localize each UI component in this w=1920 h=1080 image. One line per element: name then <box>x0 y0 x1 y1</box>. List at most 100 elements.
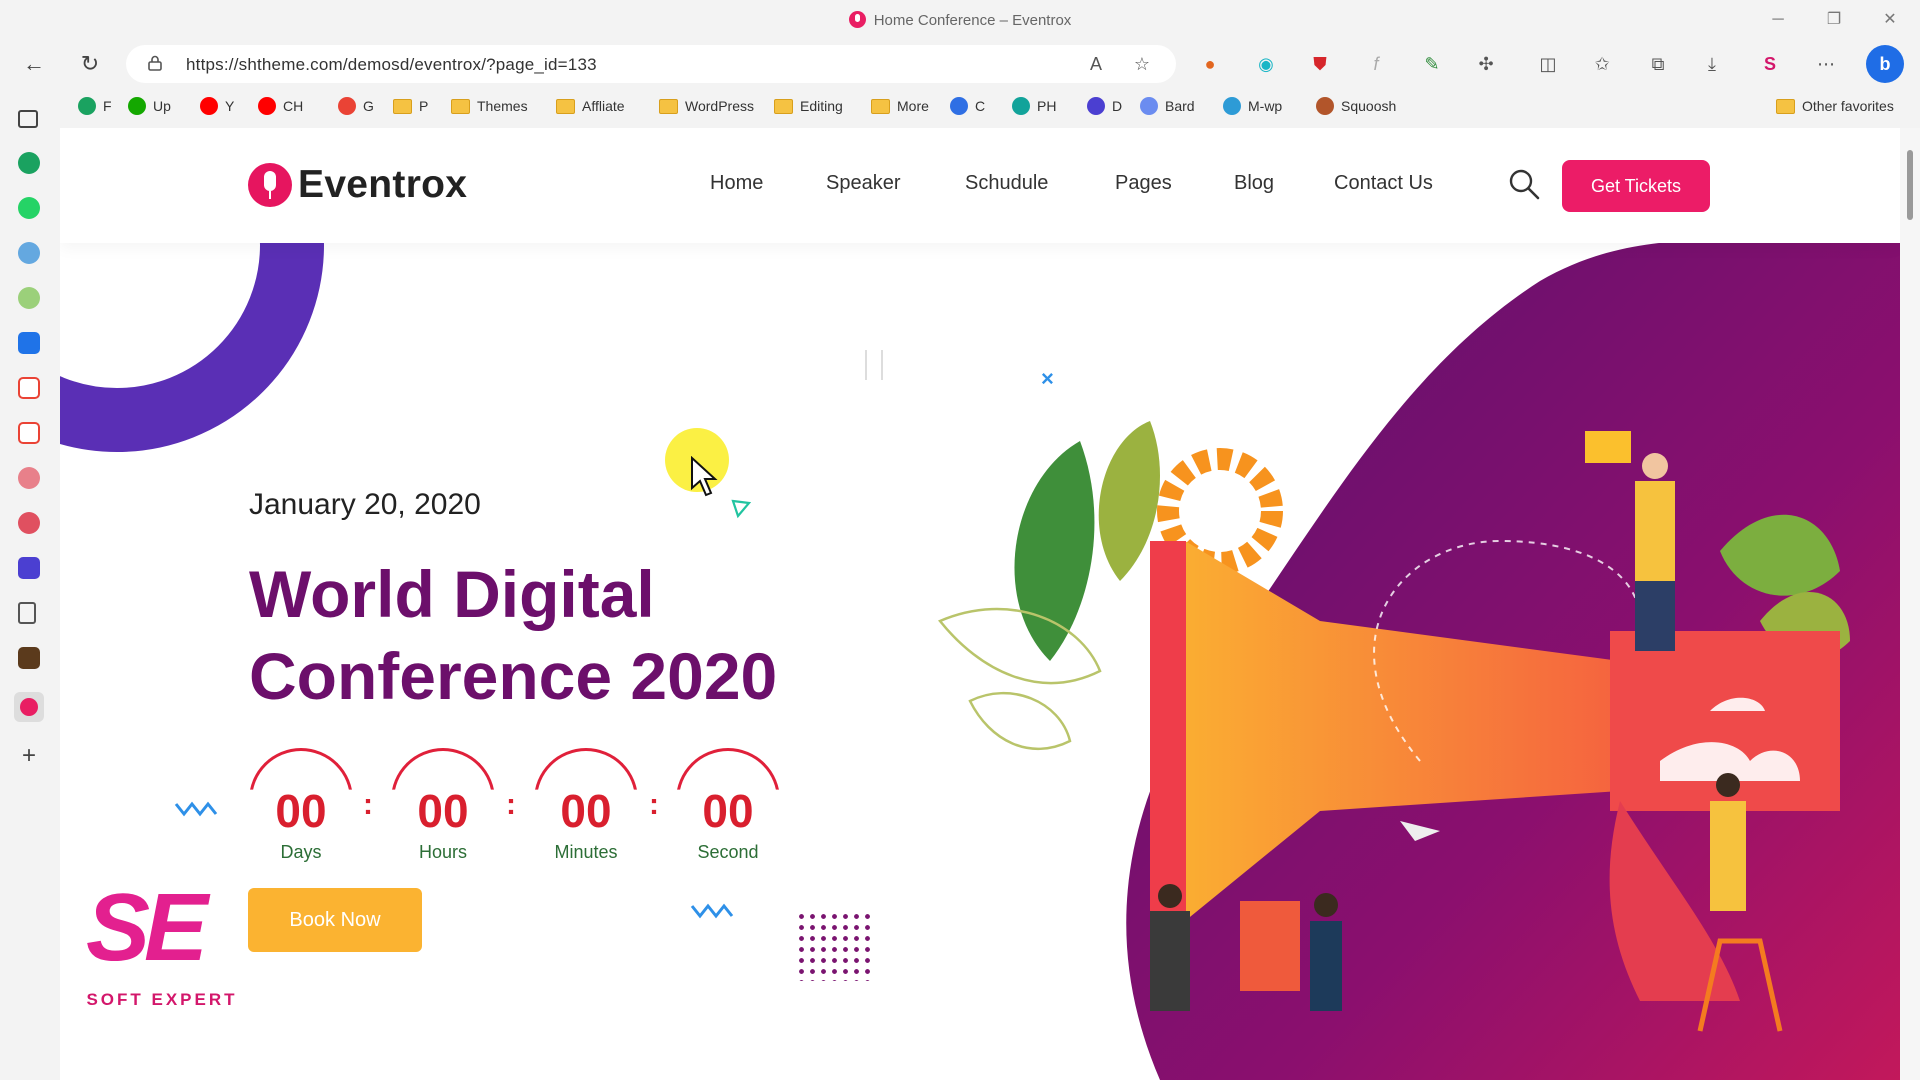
bookmark-item[interactable]: Themes <box>451 94 528 118</box>
extension-dropper-icon[interactable]: ✎ <box>1418 50 1446 78</box>
bookmark-item[interactable]: Affliate <box>556 94 625 118</box>
browser-toolbar: ← ↻ https://shtheme.com/demosd/eventrox/… <box>0 40 1920 88</box>
minimize-button[interactable]: ─ <box>1758 6 1798 34</box>
countdown-days-value: 00 <box>275 785 327 837</box>
extensions-puzzle-icon[interactable]: ✣ <box>1472 50 1500 78</box>
bookmarks-bar: F Up Y CH G P Themes Affliate WordPress Editing Mo… <box>0 88 1920 124</box>
bookmark-item[interactable]: More <box>871 94 929 118</box>
bookmark-favicon-icon <box>1316 97 1334 115</box>
sidebar-app-4-icon[interactable] <box>18 287 40 309</box>
leaf-outline-2 <box>968 691 1072 751</box>
favorites-icon[interactable]: ✩ <box>1588 50 1616 78</box>
bookmark-favicon-icon <box>78 97 96 115</box>
bookmark-item[interactable]: Editing <box>774 94 843 118</box>
refresh-button[interactable]: ↻ <box>74 48 106 80</box>
split-screen-icon[interactable]: ◫ <box>1534 50 1562 78</box>
countdown-separator: : <box>649 788 659 821</box>
bookmark-item[interactable]: WordPress <box>659 94 754 118</box>
sidebar-app-1-icon[interactable] <box>18 152 40 174</box>
site-logo[interactable]: Eventrox <box>248 160 467 210</box>
person-mid-body <box>1310 921 1342 1011</box>
countdown-separator: : <box>363 788 373 821</box>
profile-avatar-icon[interactable]: S <box>1756 50 1784 78</box>
presentation-board <box>1240 901 1300 991</box>
gmail-icon[interactable] <box>18 377 40 399</box>
sidebar-app-3-icon[interactable] <box>18 242 40 264</box>
book-now-button[interactable]: Book Now <box>248 888 422 952</box>
extension-wp-icon[interactable]: ● <box>1196 50 1224 78</box>
downloads-icon[interactable]: ⤓ <box>1698 50 1726 78</box>
countdown-seconds-label: Second <box>697 842 759 862</box>
bookmark-item[interactable]: M-wp <box>1223 94 1282 118</box>
bookmark-item[interactable]: CH <box>258 94 303 118</box>
bookmark-label: P <box>419 98 429 114</box>
bookmark-item[interactable]: P <box>393 94 428 118</box>
nav-home[interactable]: Home <box>710 172 763 195</box>
sidebar-app-8-icon[interactable] <box>18 467 40 489</box>
whatsapp-icon[interactable] <box>18 197 40 219</box>
nav-blog[interactable]: Blog <box>1234 172 1274 195</box>
bing-copilot-icon[interactable]: b <box>1866 45 1904 83</box>
bookmark-favicon-icon <box>1087 97 1105 115</box>
close-window-button[interactable]: ✕ <box>1870 6 1910 34</box>
bookmark-item[interactable]: C <box>950 94 985 118</box>
scrollbar-thumb[interactable] <box>1907 150 1913 220</box>
bookmark-item[interactable]: Up <box>128 94 171 118</box>
bookmark-label: CH <box>283 98 304 114</box>
add-sidebar-app-icon[interactable]: + <box>18 744 40 768</box>
soft-expert-watermark: SE SOFT EXPERT <box>82 880 242 1010</box>
bookmark-favicon-icon <box>258 97 276 115</box>
back-button[interactable]: ← <box>18 48 50 80</box>
nav-speaker[interactable]: Speaker <box>826 172 901 195</box>
restore-button[interactable]: ❐ <box>1814 6 1854 34</box>
person-right-body <box>1710 801 1746 911</box>
nav-contact-us[interactable]: Contact Us <box>1334 172 1433 195</box>
bookmark-item[interactable]: Bard <box>1140 94 1195 118</box>
search-icon[interactable] <box>1508 168 1540 200</box>
sidebar-app-5-icon[interactable] <box>18 332 40 354</box>
event-headline: World Digital Conference 2020 <box>249 557 778 713</box>
site-favicon-icon <box>848 11 866 28</box>
decorative-wave-icon <box>174 801 218 817</box>
window-title: Home Conference – Eventrox <box>0 11 1920 29</box>
extension-shield-icon[interactable]: ⛊ <box>1306 50 1334 78</box>
get-tickets-button[interactable]: Get Tickets <box>1562 160 1710 212</box>
bookmark-item[interactable]: Squoosh <box>1316 94 1396 118</box>
sidebar-eventrox-tab-icon[interactable] <box>14 692 44 722</box>
more-menu-icon[interactable]: ⋯ <box>1812 50 1840 78</box>
person-left-body <box>1150 911 1190 1011</box>
document-icon[interactable] <box>18 602 36 624</box>
extension-fx-icon[interactable]: f <box>1362 50 1390 78</box>
page-scrollbar[interactable] <box>1900 128 1920 1080</box>
folder-icon <box>774 98 793 114</box>
bookmark-label: WordPress <box>685 98 754 114</box>
bookmark-item[interactable]: PH <box>1012 94 1056 118</box>
sidebar-app-10-icon[interactable] <box>18 557 40 579</box>
hero-illustration <box>937 241 1900 1080</box>
bookmark-label: PH <box>1037 98 1057 114</box>
nav-pages[interactable]: Pages <box>1115 172 1172 195</box>
bookmark-label: Editing <box>800 98 843 114</box>
bookmark-item[interactable]: G <box>338 94 374 118</box>
gmail-2-icon[interactable] <box>18 422 40 444</box>
nav-schedule[interactable]: Schudule <box>965 172 1048 195</box>
person-left-head <box>1158 884 1182 908</box>
favorite-star-icon[interactable]: ☆ <box>1130 52 1154 76</box>
collections-icon[interactable]: ⧉ <box>1644 50 1672 78</box>
bookmark-label: Squoosh <box>1341 98 1397 114</box>
bookmark-label: Y <box>225 98 235 114</box>
tab-actions-icon[interactable] <box>18 110 38 128</box>
bookmark-label: G <box>363 98 374 114</box>
leaf-outline <box>937 607 1102 685</box>
other-favorites-folder[interactable]: Other favorites <box>1776 94 1894 118</box>
person-top-body <box>1635 481 1675 581</box>
bookmark-item[interactable]: D <box>1087 94 1122 118</box>
read-aloud-icon[interactable]: A <box>1084 52 1108 76</box>
sidebar-app-9-icon[interactable] <box>18 512 40 534</box>
countdown-separator: : <box>506 788 516 821</box>
sidebar-app-12-icon[interactable] <box>18 647 40 669</box>
address-bar[interactable]: https://shtheme.com/demosd/eventrox/?pag… <box>126 45 1176 83</box>
bookmark-item[interactable]: F <box>78 94 112 118</box>
extension-cloud-icon[interactable]: ◉ <box>1252 50 1280 78</box>
bookmark-item[interactable]: Y <box>200 94 234 118</box>
